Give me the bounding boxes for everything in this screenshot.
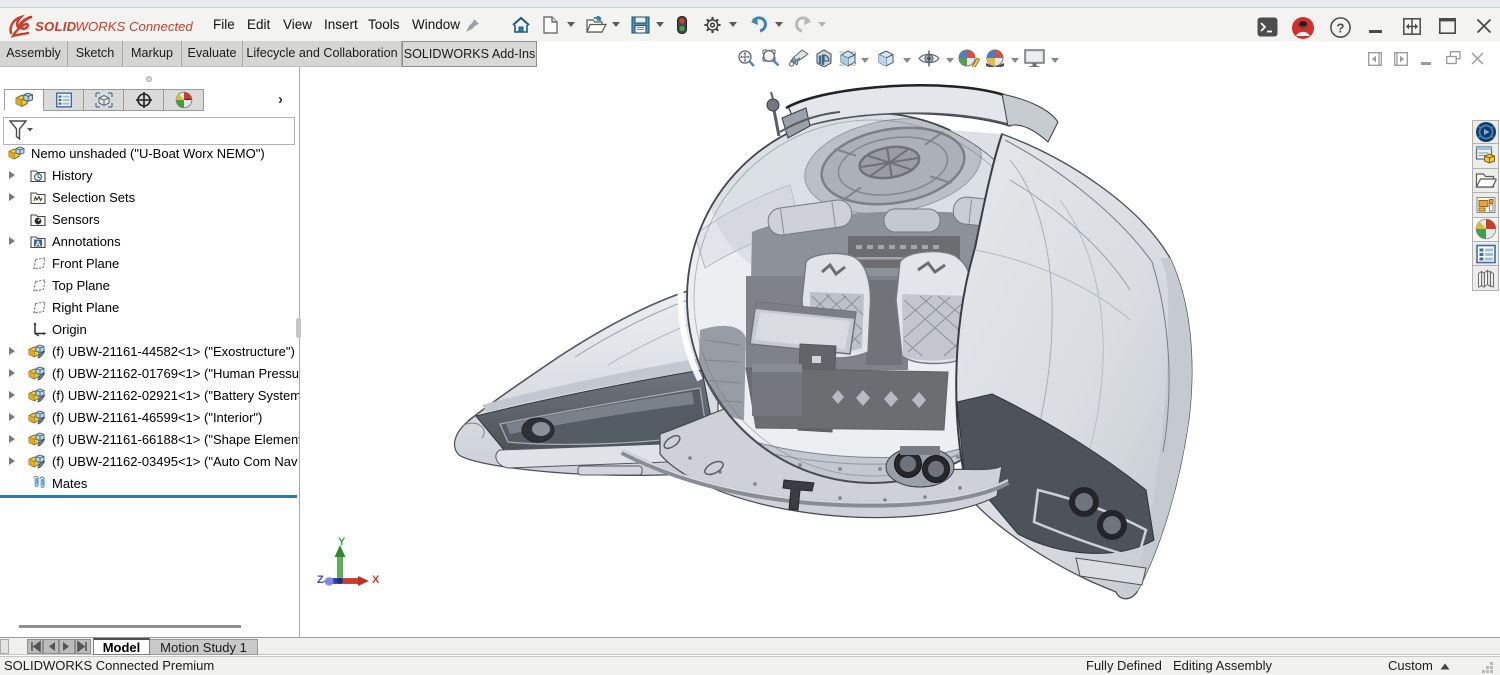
svg-text:X: X bbox=[372, 574, 380, 586]
svg-text:Y: Y bbox=[338, 536, 346, 548]
svg-text:A: A bbox=[35, 239, 41, 248]
svg-text:WORKS Connected: WORKS Connected bbox=[76, 19, 194, 34]
svg-text:Z: Z bbox=[317, 574, 324, 586]
svg-text:SOLID: SOLID bbox=[35, 19, 77, 34]
svg-text:?: ? bbox=[1337, 21, 1345, 36]
